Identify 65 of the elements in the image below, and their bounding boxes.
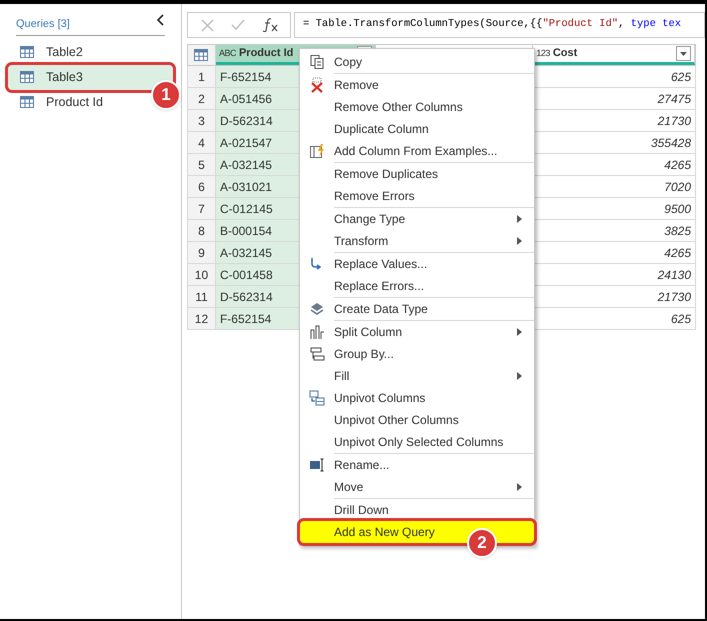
submenu-arrow-icon	[517, 483, 522, 491]
menu-item[interactable]: Unpivot Only Selected Columns	[300, 431, 534, 453]
row-number: 9	[188, 242, 216, 263]
table-cell-text: 4265	[663, 244, 692, 262]
menu-item[interactable]: Group By...	[300, 343, 534, 365]
callout-badge: 1	[151, 80, 181, 110]
function-icon[interactable]	[262, 18, 278, 32]
submenu-arrow-icon	[517, 372, 522, 380]
row-number: 7	[188, 198, 216, 219]
row-number: 1	[188, 66, 216, 87]
delete-icon	[309, 77, 325, 93]
table-cell-text: 3825	[663, 222, 692, 240]
row-number: 12	[188, 308, 216, 329]
menu-item[interactable]: Fill	[300, 365, 534, 387]
query-item[interactable]: Table3	[8, 64, 173, 90]
callout-badge: 2	[467, 528, 497, 558]
column-title: Product Id	[238, 46, 294, 62]
formula-field[interactable]: = Table.TransformColumnTypes(Source,{{"Product Id", type tex	[294, 12, 705, 38]
menu-item[interactable]: Unpivot Other Columns	[300, 409, 534, 431]
table-cell-text: 27475	[656, 90, 692, 108]
table-cell-text: 625	[670, 310, 692, 328]
row-number: 3	[188, 110, 216, 131]
menu-item[interactable]: Rename...	[300, 454, 534, 476]
query-item[interactable]: Table2	[8, 40, 91, 64]
table-cell-text: 24130	[656, 266, 692, 284]
table-menu-icon	[194, 49, 208, 61]
table-cell-text: 355428	[650, 134, 692, 152]
table-icon	[20, 46, 34, 58]
table-cell-text: 21730	[656, 112, 692, 130]
column-title: Cost	[552, 46, 578, 62]
table-icon	[20, 96, 34, 108]
menu-item[interactable]: Drill Down	[300, 499, 534, 521]
group-by-icon	[309, 346, 325, 362]
row-number: 6	[188, 176, 216, 197]
table-icon	[20, 71, 34, 83]
table-cell-text: 21730	[656, 288, 692, 306]
dropdown-icon[interactable]	[676, 46, 691, 61]
table-cell-text: 9500	[663, 200, 692, 218]
unpivot-icon	[309, 390, 325, 406]
collapse-icon[interactable]	[157, 14, 165, 26]
table-cell-text: 4265	[663, 156, 692, 174]
row-number: 11	[188, 286, 216, 307]
row-number: 8	[188, 220, 216, 241]
row-number: 5	[188, 154, 216, 175]
copy-icon	[309, 54, 325, 70]
column-lightning-icon	[309, 143, 325, 159]
menu-item[interactable]: Unpivot Columns	[300, 387, 534, 409]
layers-icon	[309, 301, 325, 317]
query-item[interactable]: Product Id	[8, 90, 111, 114]
type-label: 123	[536, 46, 550, 60]
column-header[interactable]: 123 Cost	[533, 45, 695, 65]
submenu-arrow-icon	[517, 237, 522, 245]
table-cell-text: 7020	[663, 178, 692, 196]
queries-title: Queries [3]	[16, 17, 70, 32]
check-icon[interactable]	[230, 19, 244, 31]
menu-item[interactable]: Move	[300, 476, 534, 498]
row-number: 2	[188, 88, 216, 109]
type-label: ABC	[218, 46, 236, 60]
row-number: 10	[188, 264, 216, 285]
table-cell-text: 625	[670, 68, 692, 86]
submenu-arrow-icon	[517, 328, 522, 336]
rename-icon	[309, 457, 325, 473]
split-column-icon	[309, 324, 325, 340]
row-number: 4	[188, 132, 216, 153]
submenu-arrow-icon	[517, 215, 522, 223]
